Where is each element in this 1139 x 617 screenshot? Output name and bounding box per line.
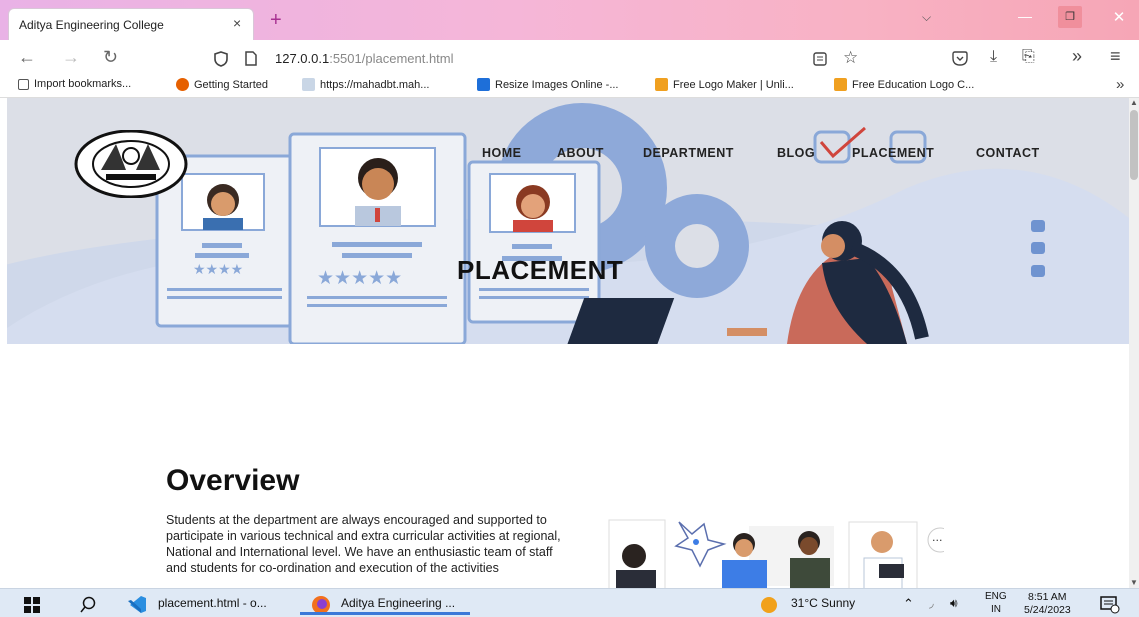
bookmark-import[interactable]: Import bookmarks... <box>18 78 131 90</box>
page-icon <box>245 51 257 66</box>
resize-icon <box>477 78 490 91</box>
nav-department[interactable]: DEPARTMENT <box>643 146 734 160</box>
bookmark-mahadbt[interactable]: https://mahadbt.mah... <box>302 78 429 91</box>
hero-banner: ★★★★ ★★★★★ HOME ABOUT DEPARTMENT BLOG PL… <box>7 98 1129 344</box>
overview-text: Students at the department are always en… <box>166 513 561 575</box>
bookmark-getting-started[interactable]: Getting Started <box>176 78 268 91</box>
volume-icon[interactable]: 🔊︎ <box>950 596 958 611</box>
logo-maker-icon <box>834 78 847 91</box>
svg-text:★★★★: ★★★★ <box>193 262 243 278</box>
active-tab[interactable]: Aditya Engineering College × <box>8 8 254 40</box>
import-icon <box>18 78 29 90</box>
page-icon <box>302 78 315 91</box>
overview-title: Overview <box>166 464 300 497</box>
url-text[interactable]: 127.0.0.1:5501/placement.html <box>275 51 454 66</box>
bookmark-education-logo[interactable]: Free Education Logo C... <box>834 78 974 91</box>
wifi-icon[interactable]: ◞ <box>929 596 934 610</box>
bookmark-label: Getting Started <box>194 78 268 91</box>
logo-maker-icon <box>655 78 668 91</box>
nav-contact[interactable]: CONTACT <box>976 146 1040 160</box>
bookmark-label: https://mahadbt.mah... <box>320 78 430 91</box>
reader-view-icon[interactable] <box>813 52 827 66</box>
taskbar-app-vscode[interactable]: placement.html - o... <box>158 596 267 610</box>
nav-home[interactable]: HOME <box>482 146 522 160</box>
bookmark-label: Free Education Logo C... <box>852 78 975 91</box>
hamburger-menu-icon[interactable]: ≡ <box>1110 46 1121 67</box>
nav-about[interactable]: ABOUT <box>557 146 604 160</box>
new-tab-button[interactable]: + <box>270 10 282 30</box>
url-host: 127.0.0.1 <box>275 51 330 66</box>
weather-text[interactable]: 31°C Sunny <box>791 596 855 610</box>
bookmark-label: Resize Images Online -... <box>495 78 619 91</box>
nav-placement[interactable]: PLACEMENT <box>852 146 934 160</box>
windows-start-icon[interactable] <box>24 597 40 613</box>
restore-button[interactable]: ❐ <box>1058 6 1082 28</box>
tab-title: Aditya Engineering College <box>19 18 164 32</box>
svg-text:···: ··· <box>932 534 943 547</box>
team-illustration: ··· <box>608 519 944 588</box>
sunny-weather-icon <box>761 597 777 613</box>
list-tabs-icon[interactable]: ⌵ <box>922 10 931 25</box>
scrollbar-thumb[interactable] <box>1130 110 1138 180</box>
bookmark-label: Free Logo Maker | Unli... <box>673 78 794 91</box>
minimize-button[interactable]: — <box>1012 8 1038 28</box>
scroll-down-icon[interactable]: ▼ <box>1130 578 1138 587</box>
tray-chevron-icon[interactable]: ⌃ <box>903 596 914 612</box>
extensions-icon[interactable]: ⎘ <box>1022 48 1035 66</box>
vscode-icon <box>128 596 146 613</box>
reload-icon[interactable]: ↻ <box>103 47 118 67</box>
language-region[interactable]: IN <box>991 604 1001 615</box>
close-window-button[interactable]: ✕ <box>1106 8 1132 28</box>
bookmarks-overflow-icon[interactable]: » <box>1116 76 1124 93</box>
bookmark-resize-images[interactable]: Resize Images Online -... <box>477 78 619 91</box>
language-code[interactable]: ENG <box>985 591 1007 602</box>
college-logo[interactable] <box>74 130 188 198</box>
svg-text:★★★★★: ★★★★★ <box>317 267 402 289</box>
back-icon[interactable]: ← <box>18 47 36 67</box>
shield-icon[interactable] <box>214 51 228 67</box>
taskbar-app-firefox[interactable]: Aditya Engineering ... <box>341 596 455 610</box>
overflow-menu-icon[interactable]: » <box>1072 46 1082 67</box>
notifications-icon[interactable] <box>1100 596 1120 614</box>
downloads-icon[interactable]: ⤓ <box>990 48 997 66</box>
hero-title: PLACEMENT <box>457 255 624 285</box>
url-path: :5501/placement.html <box>329 51 454 66</box>
clock-date[interactable]: 5/24/2023 <box>1024 604 1071 616</box>
nav-blog[interactable]: BLOG <box>777 146 815 160</box>
bookmark-label: Import bookmarks... <box>34 78 132 90</box>
page-viewport: ★★★★ ★★★★★ HOME ABOUT DEPARTMENT BLOG PL… <box>7 98 1129 588</box>
scroll-up-icon[interactable]: ▲ <box>1130 98 1138 107</box>
forward-icon[interactable]: → <box>62 47 80 67</box>
clock-time[interactable]: 8:51 AM <box>1028 591 1067 603</box>
bookmark-star-icon[interactable]: ☆ <box>843 48 858 68</box>
search-icon[interactable] <box>80 596 96 613</box>
pocket-icon[interactable] <box>952 51 968 66</box>
bookmark-logo-maker[interactable]: Free Logo Maker | Unli... <box>655 78 794 91</box>
tab-close-icon[interactable]: × <box>233 15 241 31</box>
firefox-icon <box>176 78 189 91</box>
active-app-indicator <box>300 612 470 615</box>
